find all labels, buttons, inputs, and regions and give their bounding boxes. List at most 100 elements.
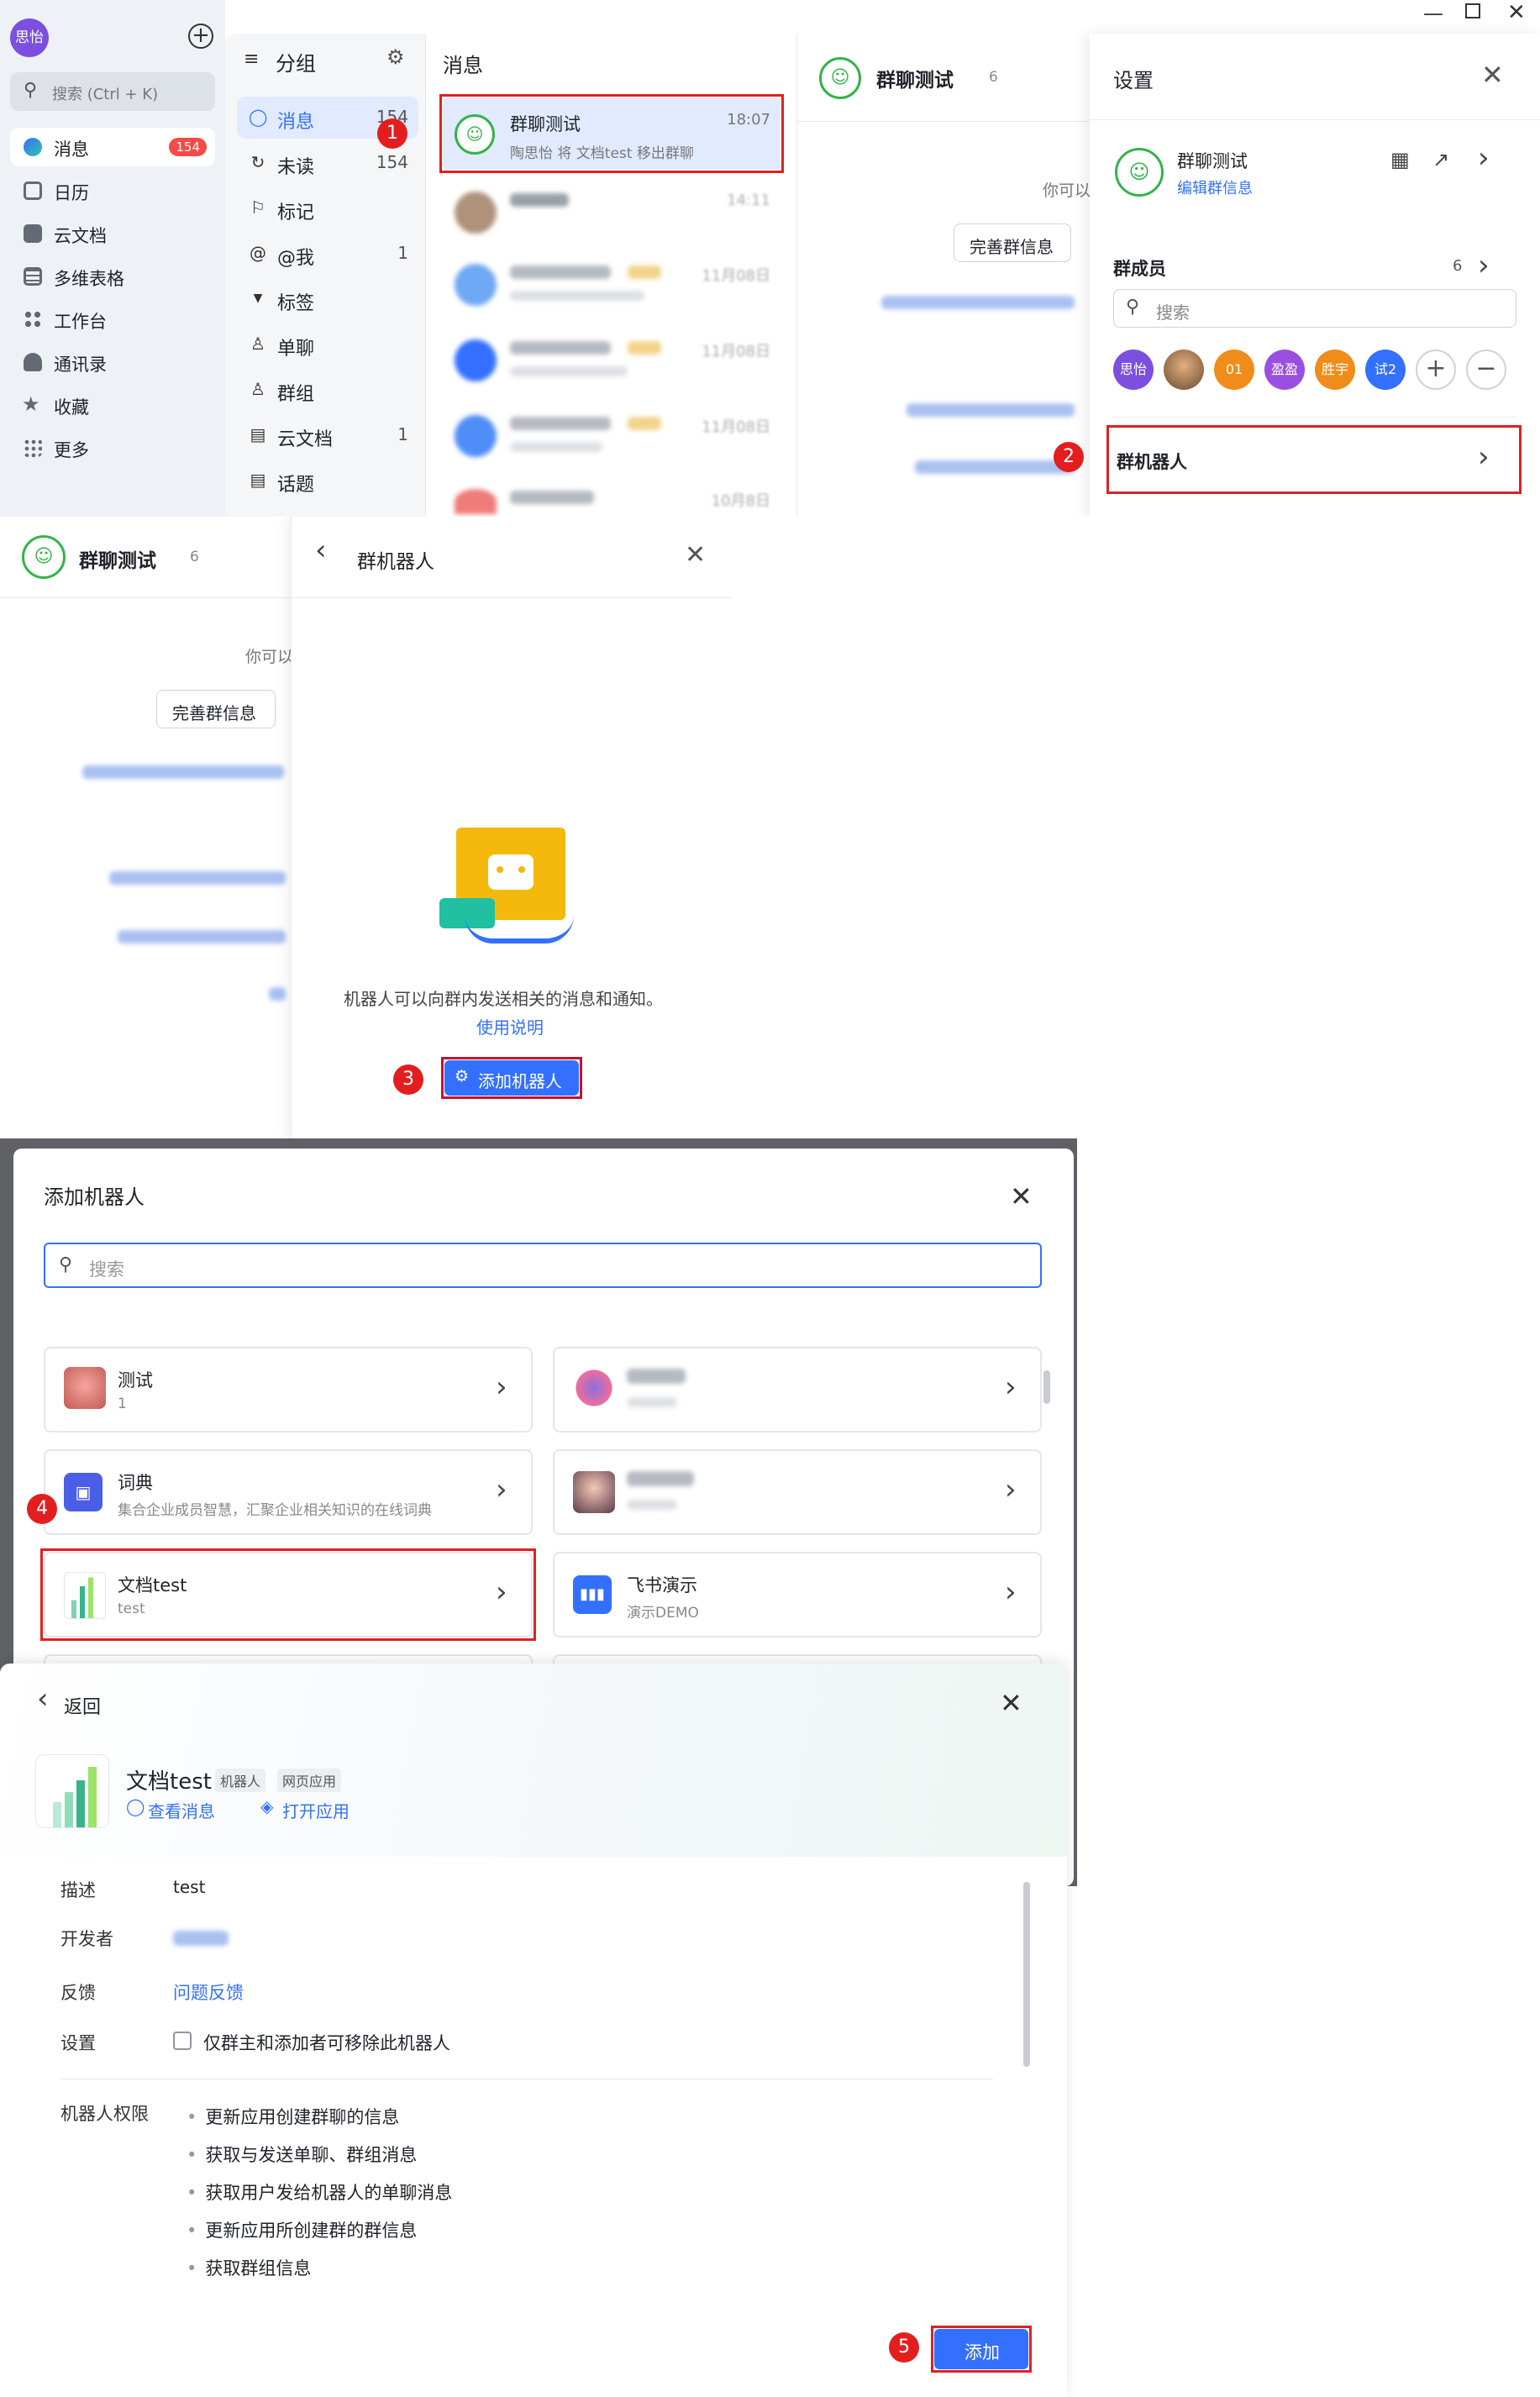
close-icon[interactable]: ✕ <box>1010 1180 1033 1212</box>
maximize-icon[interactable] <box>1465 3 1480 18</box>
main-window-screenshot: 思怡 + ⚲ 搜索 (Ctrl + K) 消息 154 日历 云文档 多维表格 … <box>0 0 1540 517</box>
group-title: 分组 <box>276 52 316 76</box>
list-item[interactable]: 11月08日 <box>443 254 781 321</box>
add-member-icon[interactable]: + <box>1416 350 1456 390</box>
list-item-time: 14:11 <box>727 192 770 209</box>
member-avatar[interactable]: 试2 <box>1365 350 1406 390</box>
sidebar-item-messages[interactable]: 消息 154 <box>10 128 215 166</box>
web-app-tag: 网页应用 <box>277 1769 342 1792</box>
list-item[interactable]: 11月08日 <box>443 405 781 472</box>
back-chevron-icon[interactable]: ‹ <box>37 1682 49 1716</box>
list-item[interactable]: 14:11 <box>443 181 781 249</box>
bot-card-dictionary[interactable]: ▣ 词典 集合企业成员智慧，汇聚企业相关知识的在线词典 › <box>44 1449 533 1535</box>
member-avatar[interactable]: 盈盈 <box>1264 350 1305 390</box>
bot-card-feishu-demo[interactable]: ▮▮▮ 飞书演示 演示DEMO › <box>553 1552 1042 1637</box>
bot-avatar <box>573 1471 615 1513</box>
complete-info-button[interactable]: 完善群信息 <box>156 690 276 728</box>
permission-item: 更新应用所创建群的群信息 <box>187 2217 417 2242</box>
share-icon[interactable]: ↗ <box>1432 148 1449 171</box>
group-item-single-chat[interactable]: ♙ 单聊 <box>237 323 418 365</box>
sidebar-item-label: 云文档 <box>54 226 107 246</box>
search-placeholder: 搜索 <box>89 1259 124 1280</box>
search-box[interactable]: ⚲ 搜索 (Ctrl + K) <box>10 72 215 111</box>
chat-icon: ◯ <box>249 107 268 127</box>
remove-permission-checkbox[interactable] <box>173 2032 192 2050</box>
group-avatar-icon <box>819 57 861 99</box>
step-4-highlight <box>40 1548 536 1641</box>
sidebar-item-more[interactable]: 更多 <box>10 428 215 467</box>
scrollbar[interactable] <box>1043 1370 1050 1404</box>
sidebar-item-contacts[interactable]: 通讯录 <box>10 343 215 381</box>
sidebar-item-docs[interactable]: 云文档 <box>10 214 215 253</box>
members-count: 6 <box>1453 257 1463 275</box>
bot-tag: 机器人 <box>215 1769 266 1792</box>
feedback-link[interactable]: 问题反馈 <box>173 1979 244 2005</box>
sidebar-item-favorites[interactable]: ★ 收藏 <box>10 386 215 424</box>
close-icon[interactable]: ✕ <box>1481 59 1504 91</box>
step-5-highlight <box>931 2326 1032 2373</box>
calendar-icon <box>24 181 42 200</box>
chat-area: 群聊测试 6 你可以 完善群信息 <box>0 517 294 1138</box>
bot-search-input[interactable]: ⚲ 搜索 <box>44 1243 1042 1288</box>
sidebar-item-base[interactable]: 多维表格 <box>10 257 215 296</box>
back-chevron-icon[interactable]: ‹ <box>315 534 327 567</box>
search-placeholder: 搜索 <box>1156 302 1190 323</box>
minimize-icon[interactable]: — <box>1423 2 1443 25</box>
member-search-input[interactable]: ⚲ 搜索 <box>1113 289 1516 328</box>
list-item[interactable]: 10月8日 <box>443 479 781 517</box>
group-item-flagged[interactable]: ⚐ 标记 <box>237 187 418 229</box>
qrcode-icon[interactable]: ▦ <box>1390 148 1410 171</box>
sidebar-item-workplace[interactable]: 工作台 <box>10 300 215 339</box>
bot-card-blurred[interactable]: › <box>553 1347 1042 1432</box>
group-item-tags[interactable]: ▼ 标签 <box>237 278 418 320</box>
new-plus-icon[interactable]: + <box>188 24 213 49</box>
group-item-groups[interactable]: ♙ 群组 <box>237 369 418 411</box>
left-sidebar: 思怡 + ⚲ 搜索 (Ctrl + K) 消息 154 日历 云文档 多维表格 … <box>0 0 225 517</box>
back-link[interactable]: 返回 <box>64 1692 101 1719</box>
chevron-right-icon[interactable]: › <box>1478 141 1490 175</box>
list-item[interactable]: 11月08日 <box>443 329 781 397</box>
group-label: 话题 <box>277 475 315 496</box>
cube-icon: ◈ <box>260 1796 274 1816</box>
member-avatar[interactable]: 胜宇 <box>1315 350 1355 390</box>
robot-description: 机器人可以向群内发送相关的消息和通知。 <box>344 989 663 1009</box>
table-icon <box>24 267 42 286</box>
chevron-right-icon: › <box>1005 1575 1017 1609</box>
settings-drawer: 设置 ✕ 群聊测试 编辑群信息 ▦ ↗ › 群成员 6 › ⚲ 搜索 思怡 01… <box>1090 34 1540 517</box>
group-item-mentions[interactable]: @ @我 1 <box>237 233 418 275</box>
permission-item: 更新应用创建群聊的信息 <box>187 2104 399 2129</box>
chat-divider <box>0 597 291 598</box>
more-icon <box>24 439 42 457</box>
usage-link[interactable]: 使用说明 <box>476 1014 544 1038</box>
member-avatar[interactable]: 01 <box>1214 350 1254 390</box>
remove-member-icon[interactable]: − <box>1466 350 1506 390</box>
close-icon[interactable]: ✕ <box>685 540 706 570</box>
open-app-link[interactable]: 打开应用 <box>282 1798 350 1822</box>
member-avatar[interactable] <box>1164 350 1204 390</box>
user-avatar[interactable]: 思怡 <box>10 18 49 57</box>
bot-name: 测试 <box>118 1370 153 1390</box>
scrollbar[interactable] <box>1023 1882 1030 2067</box>
chat-hint-text: 你可以 <box>245 648 294 666</box>
member-avatar[interactable]: 思怡 <box>1113 350 1154 390</box>
complete-info-button[interactable]: 完善群信息 <box>954 223 1071 262</box>
chevron-right-icon[interactable]: › <box>1478 249 1490 282</box>
step-badge-2: 2 <box>1054 442 1084 472</box>
search-icon: ⚲ <box>59 1254 73 1275</box>
group-item-topics[interactable]: ▤ 话题 <box>237 460 418 502</box>
window-close-icon[interactable]: ✕ <box>1507 0 1526 25</box>
sidebar-item-calendar[interactable]: 日历 <box>10 171 215 210</box>
bot-avatar: ▣ <box>64 1473 102 1511</box>
view-messages-link[interactable]: 查看消息 <box>148 1798 215 1822</box>
edit-group-info-link[interactable]: 编辑群信息 <box>1177 176 1253 198</box>
unread-badge: 154 <box>169 138 207 156</box>
bot-card-blurred[interactable]: › <box>553 1449 1042 1535</box>
bot-avatar <box>573 1367 615 1409</box>
group-item-docs[interactable]: ▤ 云文档 1 <box>237 414 418 456</box>
robot-illustration-icon <box>439 828 582 954</box>
robot-panel-screenshot: 群聊测试 6 你可以 完善群信息 ‹ 群机器人 ✕ 机器人可以向群内发送相关的消… <box>0 517 731 1138</box>
close-icon[interactable]: ✕ <box>1000 1687 1022 1719</box>
gear-icon[interactable]: ⚙ <box>386 45 405 69</box>
at-icon: @ <box>250 243 266 263</box>
bot-card-test[interactable]: 测试 1 › <box>44 1347 533 1432</box>
